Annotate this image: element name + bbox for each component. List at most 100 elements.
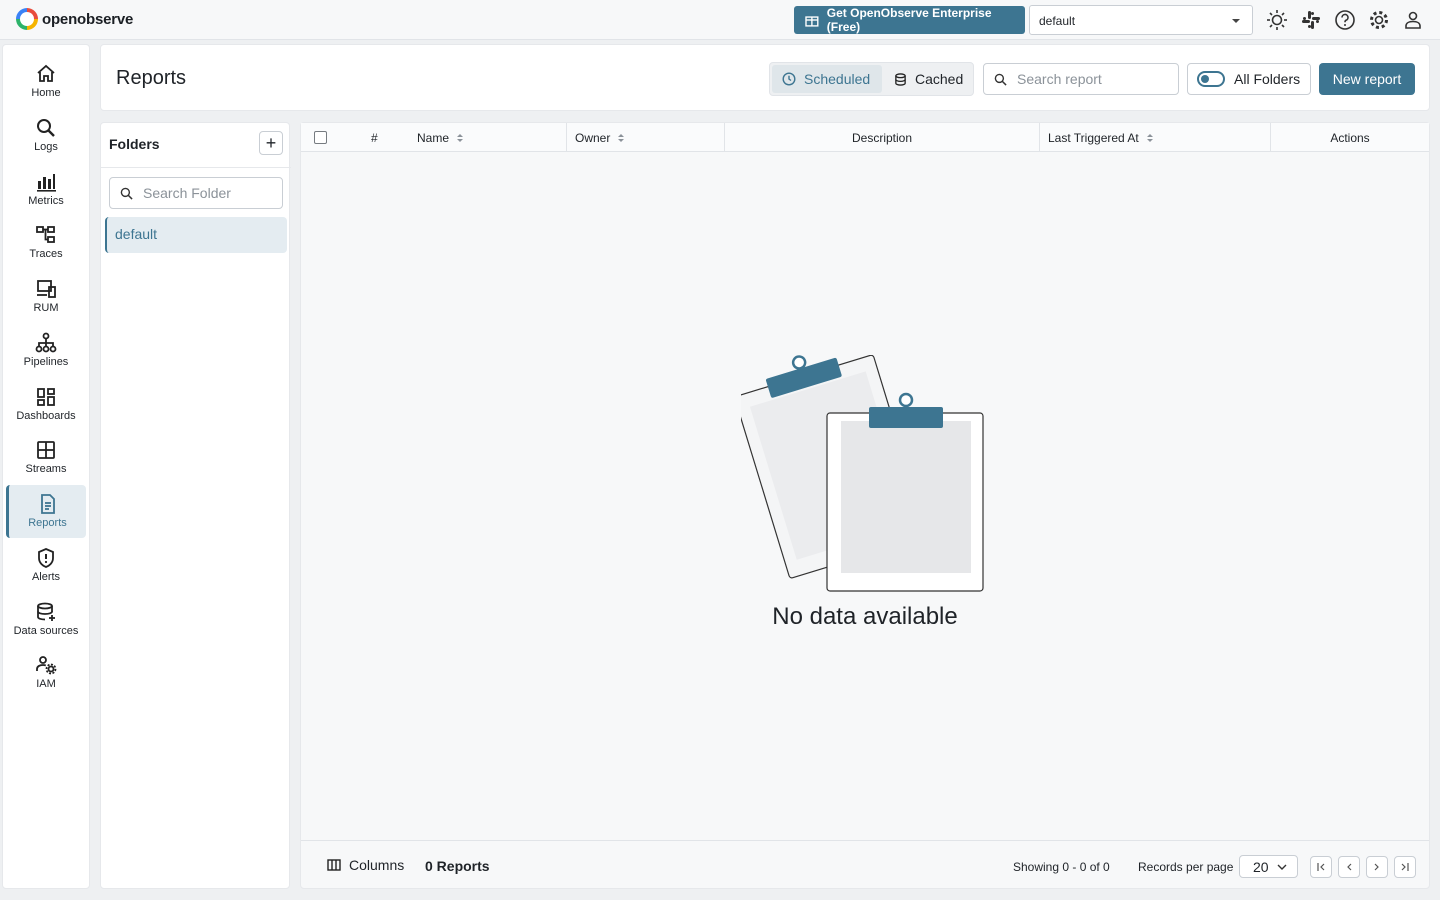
devices-icon xyxy=(37,280,56,298)
grid-icon xyxy=(37,441,55,459)
tab-scheduled[interactable]: Scheduled xyxy=(772,65,882,93)
empty-clipboard-illustration xyxy=(741,355,984,592)
nav-item-alerts[interactable]: Alerts xyxy=(6,539,86,592)
nav-item-label: Logs xyxy=(34,141,58,153)
last-page-icon xyxy=(1401,863,1409,871)
last-page-button[interactable] xyxy=(1394,856,1416,878)
database-icon xyxy=(37,602,55,621)
column-header-name[interactable]: Name xyxy=(411,123,567,152)
nav-item-iam[interactable]: IAM xyxy=(6,646,86,699)
first-page-button[interactable] xyxy=(1310,856,1332,878)
nav-item-reports[interactable]: Reports xyxy=(6,485,86,538)
table-header: # Name Owner Description Last Triggered … xyxy=(301,123,1429,152)
toggle-switch[interactable] xyxy=(1197,71,1225,87)
records-per-page-label: Records per page xyxy=(1138,860,1234,874)
alert-icon xyxy=(38,548,54,568)
column-header-index: # xyxy=(351,123,411,152)
app-logo[interactable]: openobserve xyxy=(16,8,133,30)
nav-item-label: Traces xyxy=(29,248,63,260)
reports-count: 0 Reports xyxy=(425,858,490,874)
nav-item-label: Alerts xyxy=(31,571,61,583)
first-page-icon xyxy=(1317,863,1325,871)
search-folder-input[interactable]: Search Folder xyxy=(109,177,283,209)
column-label: Last Triggered At xyxy=(1048,130,1139,145)
folders-panel: Folders + Search Folder default xyxy=(100,122,291,889)
nav-item-label: Pipelines xyxy=(23,356,69,368)
logo-icon xyxy=(16,8,38,30)
all-folders-label: All Folders xyxy=(1234,71,1301,87)
select-all-cell xyxy=(301,123,351,152)
records-per-page-value: 20 xyxy=(1253,858,1269,875)
nav-item-dashboards[interactable]: Dashboards xyxy=(6,378,86,431)
column-label: # xyxy=(371,130,378,145)
chevron-left-icon xyxy=(1347,863,1352,871)
get-enterprise-button[interactable]: Get OpenObserve Enterprise (Free) xyxy=(794,6,1025,34)
document-icon xyxy=(40,494,55,514)
nav-item-label: Home xyxy=(31,87,61,99)
all-folders-toggle[interactable]: All Folders xyxy=(1187,63,1311,95)
add-folder-button[interactable]: + xyxy=(259,131,283,155)
nav-item-rum[interactable]: RUM xyxy=(6,270,86,323)
left-navigation: Home Logs Metrics Traces RUM Pipelines D… xyxy=(2,44,90,889)
nav-item-label: Streams xyxy=(25,463,67,475)
chevron-down-icon xyxy=(1232,19,1240,23)
search-report-input[interactable]: Search report xyxy=(983,63,1179,95)
nav-item-metrics[interactable]: Metrics xyxy=(6,163,86,216)
new-report-button[interactable]: New report xyxy=(1319,63,1415,95)
next-page-button[interactable] xyxy=(1366,856,1388,878)
nav-item-data-sources[interactable]: Data sources xyxy=(6,593,86,646)
reports-table: # Name Owner Description Last Triggered … xyxy=(300,122,1430,889)
columns-icon xyxy=(327,859,341,871)
tab-label: Cached xyxy=(915,71,964,87)
bar-chart-icon xyxy=(37,174,56,192)
nav-item-home[interactable]: Home xyxy=(6,55,86,108)
column-header-last-triggered[interactable]: Last Triggered At xyxy=(1040,123,1271,152)
search-folder-placeholder: Search Folder xyxy=(143,185,231,201)
user-icon[interactable] xyxy=(1402,9,1424,31)
reports-header: Reports Scheduled Cached Search report A… xyxy=(100,44,1430,111)
nav-item-logs[interactable]: Logs xyxy=(6,109,86,162)
nav-item-label: Dashboards xyxy=(16,410,76,422)
nav-item-label: Reports xyxy=(28,517,67,529)
top-bar: openobserve Get OpenObserve Enterprise (… xyxy=(0,0,1440,40)
search-icon xyxy=(120,187,133,200)
folder-item-default[interactable]: default xyxy=(105,217,287,253)
get-enterprise-label: Get OpenObserve Enterprise (Free) xyxy=(826,6,992,34)
organization-select[interactable]: default xyxy=(1029,5,1253,35)
nav-item-label: IAM xyxy=(36,678,56,690)
columns-button[interactable]: Columns xyxy=(327,857,404,873)
column-label: Name xyxy=(417,130,450,145)
home-icon xyxy=(37,64,55,82)
records-per-page-select[interactable]: 20 xyxy=(1239,855,1298,878)
nav-item-streams[interactable]: Streams xyxy=(6,431,86,484)
nav-item-pipelines[interactable]: Pipelines xyxy=(6,324,86,377)
previous-page-button[interactable] xyxy=(1338,856,1360,878)
column-header-owner[interactable]: Owner xyxy=(567,123,725,152)
pipeline-icon xyxy=(35,332,57,353)
divider xyxy=(101,167,291,168)
help-icon[interactable] xyxy=(1334,9,1356,31)
slack-icon[interactable] xyxy=(1300,9,1322,31)
report-type-toggle: Scheduled Cached xyxy=(769,62,974,96)
column-header-actions: Actions xyxy=(1271,123,1429,152)
nav-item-label: Data sources xyxy=(13,625,79,637)
chevron-down-icon xyxy=(1277,864,1287,870)
columns-label: Columns xyxy=(349,857,405,873)
nav-item-traces[interactable]: Traces xyxy=(6,216,86,269)
dashboard-icon xyxy=(37,388,55,406)
gift-icon xyxy=(805,16,819,27)
select-all-checkbox[interactable] xyxy=(314,131,327,144)
search-icon xyxy=(37,119,55,137)
nav-item-label: RUM xyxy=(33,302,59,314)
chevron-right-icon xyxy=(1374,863,1379,871)
tab-cached[interactable]: Cached xyxy=(884,65,974,93)
settings-icon[interactable] xyxy=(1368,9,1390,31)
sort-icon[interactable] xyxy=(618,133,625,142)
search-icon xyxy=(994,73,1007,86)
theme-icon[interactable] xyxy=(1266,9,1288,31)
search-report-placeholder: Search report xyxy=(1017,71,1102,87)
tab-label: Scheduled xyxy=(804,71,871,87)
sort-icon[interactable] xyxy=(1146,133,1153,142)
sort-icon[interactable] xyxy=(457,133,464,142)
column-label: Owner xyxy=(575,130,611,145)
